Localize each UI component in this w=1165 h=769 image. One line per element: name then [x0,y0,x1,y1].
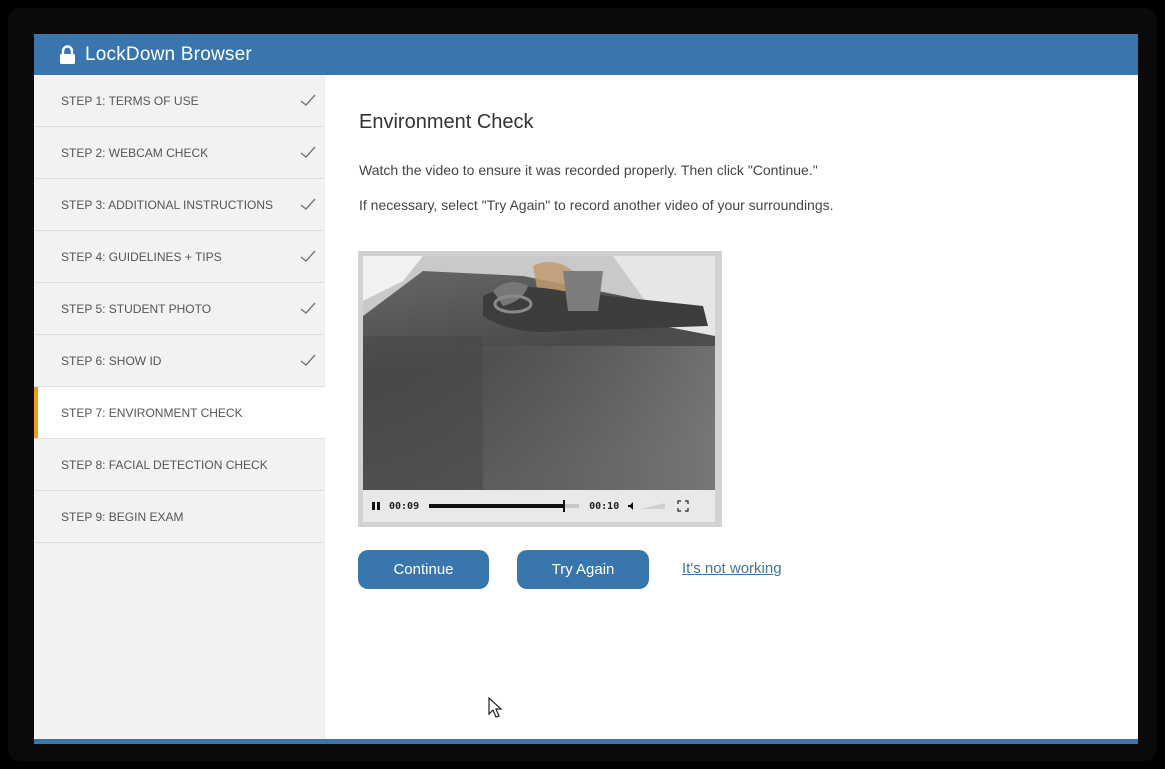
volume-slider[interactable] [641,502,666,510]
not-working-link[interactable]: It's not working [682,560,782,577]
sidebar-step-additional-instructions[interactable]: STEP 3: ADDITIONAL INSTRUCTIONS [34,179,325,231]
mouse-cursor-icon [488,697,503,718]
sidebar-step-terms-of-use[interactable]: STEP 1: TERMS OF USE [34,75,325,127]
step-label: STEP 8: FACIAL DETECTION CHECK [61,457,268,472]
step-label: STEP 2: WEBCAM CHECK [61,145,209,160]
instruction-text: Watch the video to ensure it was recorde… [359,162,818,178]
fullscreen-icon[interactable] [677,500,689,512]
main-content: Environment Check Watch the video to ens… [325,75,1138,739]
steps-sidebar: STEP 1: TERMS OF USE STEP 2: WEBCAM CHEC… [34,75,325,739]
instruction-text-secondary: If necessary, select "Try Again" to reco… [359,197,834,213]
sidebar-step-webcam-check[interactable]: STEP 2: WEBCAM CHECK [34,127,325,179]
lock-icon [60,44,75,64]
step-label: STEP 7: ENVIRONMENT CHECK [61,405,243,420]
sidebar-step-show-id[interactable]: STEP 6: SHOW ID [34,335,325,387]
pause-icon[interactable] [371,501,381,511]
check-icon [300,250,316,262]
sidebar-step-student-photo[interactable]: STEP 5: STUDENT PHOTO [34,283,325,335]
check-icon [300,198,316,210]
title-bar: LockDown Browser [34,34,1138,75]
try-again-button[interactable]: Try Again [517,550,649,589]
sidebar-step-facial-detection-check[interactable]: STEP 8: FACIAL DETECTION CHECK [34,439,325,491]
sidebar-step-environment-check[interactable]: STEP 7: ENVIRONMENT CHECK [34,387,325,439]
app-title: LockDown Browser [85,43,252,65]
video-controls: 00:09 00:10 [363,490,715,522]
check-icon [300,302,316,314]
total-time: 00:10 [589,500,620,512]
sidebar-step-begin-exam[interactable]: STEP 9: BEGIN EXAM [34,491,325,543]
current-time: 00:09 [389,500,420,512]
video-player[interactable]: 00:09 00:10 [358,251,722,527]
progress-fill [429,504,565,508]
page-title: Environment Check [359,111,534,133]
step-label: STEP 5: STUDENT PHOTO [61,301,212,316]
check-icon [300,146,316,158]
check-icon [300,94,316,106]
progress-bar[interactable] [429,500,580,512]
check-icon [300,354,316,366]
progress-thumb[interactable] [563,500,566,512]
video-frame[interactable] [363,256,715,490]
sidebar-step-guidelines-tips[interactable]: STEP 4: GUIDELINES + TIPS [34,231,325,283]
step-label: STEP 4: GUIDELINES + TIPS [61,249,222,264]
step-label: STEP 3: ADDITIONAL INSTRUCTIONS [61,197,274,212]
continue-button[interactable]: Continue [358,550,489,589]
step-label: STEP 1: TERMS OF USE [61,93,199,108]
step-label: STEP 9: BEGIN EXAM [61,509,184,524]
step-label: STEP 6: SHOW ID [61,353,162,368]
lockdown-browser-window: LockDown Browser STEP 1: TERMS OF USE ST… [34,34,1138,744]
window-bottom-bar [34,739,1138,744]
volume-icon[interactable] [627,501,637,511]
